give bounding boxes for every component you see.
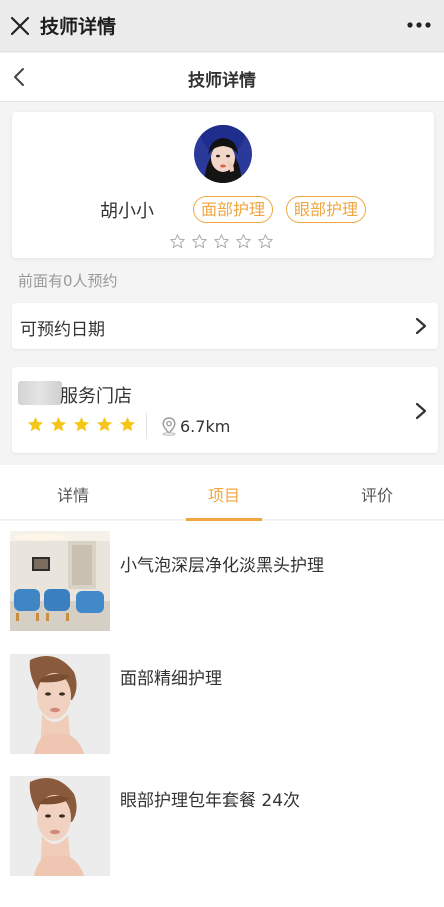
tab-details[interactable]: 详情 <box>33 482 113 506</box>
list-item[interactable]: 小气泡深层净化淡黑头护理 <box>0 531 444 651</box>
service-tag: 眼部护理 <box>286 196 367 223</box>
page-title: 技师详情 <box>188 71 256 91</box>
star-outline-icon <box>236 234 251 249</box>
star-filled-icon <box>119 416 136 432</box>
close-icon[interactable] <box>2 0 38 52</box>
woman-face-thumbnail <box>10 654 110 754</box>
location-pin-icon <box>162 417 176 436</box>
distance-value: 6.7km <box>180 416 231 436</box>
store-card[interactable]: 服务门店 6.7km <box>12 367 438 453</box>
more-dots-icon[interactable] <box>404 10 434 40</box>
star-filled-icon <box>27 416 44 432</box>
star-filled-icon <box>50 416 67 432</box>
store-rating-stars <box>26 415 137 434</box>
tab-projects[interactable]: 项目 <box>184 482 264 506</box>
technician-profile-card: 胡小小 面部护理 眼部护理 <box>12 112 434 258</box>
tab-bar: 详情 项目 评价 <box>0 465 444 520</box>
divider <box>146 413 147 439</box>
project-list: 小气泡深层净化淡黑头护理 面部精细护理 眼部护理包年套餐 24次 <box>0 521 444 907</box>
store-name: 服务门店 <box>60 386 132 407</box>
chevron-right-icon <box>415 317 427 335</box>
woman-face-thumbnail <box>10 776 110 876</box>
avatar[interactable] <box>194 125 252 183</box>
salon-room-thumbnail <box>10 531 110 631</box>
technician-name: 胡小小 <box>100 201 154 222</box>
star-filled-icon <box>96 416 113 432</box>
list-item[interactable]: 眼部护理包年套餐 24次 <box>0 776 444 896</box>
booking-date-row[interactable]: 可预约日期 <box>12 303 438 349</box>
list-item[interactable]: 面部精细护理 <box>0 654 444 774</box>
tab-reviews[interactable]: 评价 <box>337 482 417 506</box>
star-outline-icon <box>170 234 185 249</box>
booking-date-label: 可预约日期 <box>20 320 105 340</box>
rating-stars <box>169 233 274 250</box>
service-tag: 面部护理 <box>193 196 274 223</box>
blurred-store-prefix <box>18 381 62 405</box>
store-distance: 6.7km <box>160 416 230 436</box>
window-titlebar: 技师详情 <box>0 0 444 52</box>
navbar: 技师详情 <box>0 53 444 102</box>
project-title: 眼部护理包年套餐 24次 <box>120 791 301 811</box>
star-filled-icon <box>73 416 90 432</box>
star-outline-icon <box>214 234 229 249</box>
star-outline-icon <box>258 234 273 249</box>
queue-status-text: 前面有0人预约 <box>18 272 118 290</box>
window-title: 技师详情 <box>40 16 117 38</box>
project-title: 小气泡深层净化淡黑头护理 <box>120 556 324 576</box>
star-outline-icon <box>192 234 207 249</box>
project-title: 面部精细护理 <box>120 669 222 689</box>
chevron-right-icon <box>415 402 427 420</box>
